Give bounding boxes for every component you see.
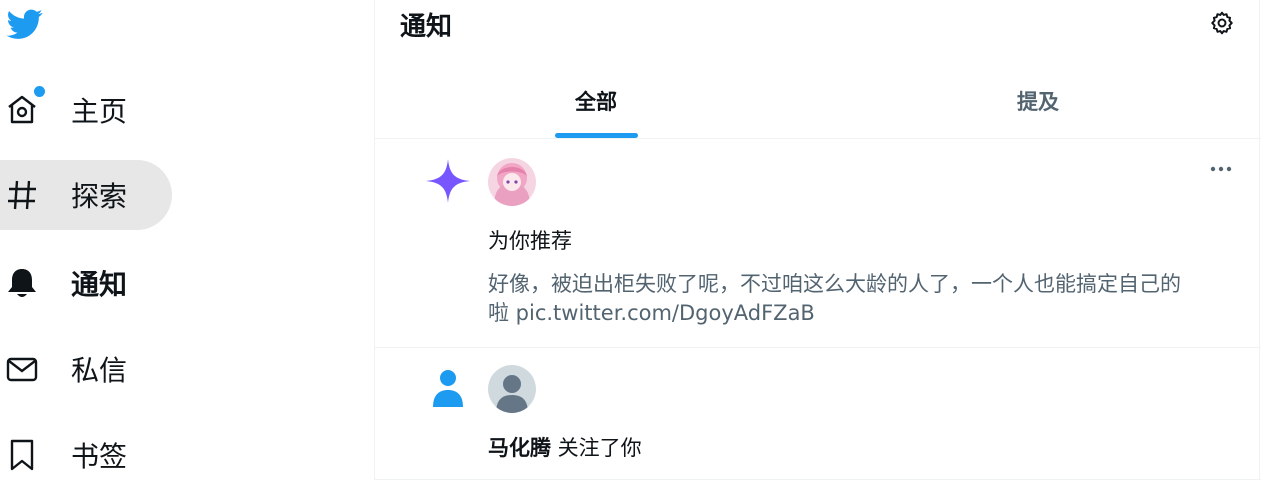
tab-label: 提及 [1017, 90, 1059, 114]
sparkle-icon [425, 158, 471, 204]
settings-button[interactable] [1207, 8, 1237, 38]
tab-all[interactable]: 全部 [375, 64, 817, 138]
avatar[interactable] [488, 365, 536, 413]
hashtag-icon [4, 177, 40, 213]
more-icon [1210, 166, 1232, 172]
envelope-icon [4, 351, 40, 387]
user-name[interactable]: 马化腾 [488, 436, 551, 460]
tab-label: 全部 [575, 90, 617, 114]
notification-text-line: 啦 pic.twitter.com/DgoyAdFZaB [488, 301, 815, 325]
sidebar-item-label: 书签 [71, 440, 128, 473]
person-icon [425, 365, 471, 411]
avatar[interactable] [488, 158, 536, 206]
notification-item[interactable]: 马化腾 关注了你 [375, 348, 1261, 480]
notification-text-line: 好像，被迫出柜失败了呢，不过咱这么大龄的人了，一个人也能搞定自己的 [488, 272, 1181, 296]
notification-item[interactable]: 为你推荐 好像，被迫出柜失败了呢，不过咱这么大龄的人了，一个人也能搞定自己的 啦… [375, 139, 1261, 348]
notification-action: 关注了你 [551, 436, 642, 460]
sidebar-item-explore[interactable]: 探索 [0, 160, 172, 230]
sidebar-item-label: 探索 [71, 180, 128, 213]
unread-dot [34, 86, 45, 97]
bookmark-icon [4, 437, 40, 473]
gear-icon [1211, 11, 1233, 35]
notification-title: 为你推荐 [488, 229, 572, 253]
home-icon [4, 86, 45, 128]
twitter-logo-icon[interactable] [3, 6, 47, 42]
notification-text: 马化腾 关注了你 [488, 432, 642, 462]
sidebar-item-label: 通知 [71, 268, 128, 301]
sidebar-item-label: 主页 [71, 95, 128, 128]
sidebar-item-label: 私信 [71, 354, 128, 387]
main-column: 通知 全部 提及 为你推荐 好像，被迫出柜失败了呢，不过咱这么大龄的人了，一个人… [374, 0, 1261, 480]
tab-mentions[interactable]: 提及 [817, 64, 1259, 138]
notification-text: 好像，被迫出柜失败了呢，不过咱这么大龄的人了，一个人也能搞定自己的 啦 pic.… [488, 270, 1233, 328]
bell-icon [4, 265, 40, 301]
page-title: 通知 [400, 12, 453, 42]
more-button[interactable] [1207, 159, 1235, 179]
